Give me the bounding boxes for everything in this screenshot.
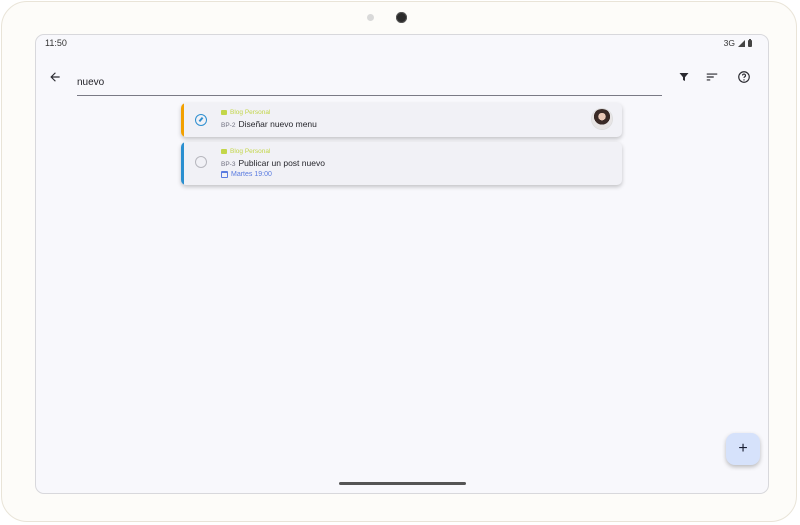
task-heading: BP-3 Publicar un post nuevo (221, 158, 325, 168)
front-camera (396, 12, 407, 23)
help-icon (738, 71, 750, 83)
status-time: 11:50 (45, 38, 67, 48)
network-type: 3G (723, 38, 735, 48)
todo-status-icon[interactable] (195, 156, 207, 168)
sort-icon (706, 73, 718, 81)
in-progress-status-icon[interactable] (195, 114, 207, 126)
gesture-nav-handle[interactable] (339, 482, 466, 485)
project-flag-icon (221, 149, 227, 154)
light-sensor (367, 14, 374, 21)
task-due-text: Martes 19:00 (231, 171, 272, 178)
task-due-date: Martes 19:00 (221, 171, 272, 178)
app-screen: 11:50 3G nuevo Blog Personal BP-2 Diseña… (35, 34, 769, 494)
task-status-stripe (181, 142, 184, 185)
task-project-name: Blog Personal (230, 148, 271, 155)
task-title: Diseñar nuevo menu (238, 119, 317, 129)
task-card[interactable]: Blog Personal BP-3 Publicar un post nuev… (181, 142, 622, 185)
task-id: BP-3 (221, 161, 236, 168)
tablet-frame: 11:50 3G nuevo Blog Personal BP-2 Diseña… (1, 1, 797, 522)
search-toolbar (36, 53, 768, 96)
task-title: Publicar un post nuevo (238, 158, 325, 168)
task-heading: BP-2 Diseñar nuevo menu (221, 119, 317, 129)
task-status-stripe (181, 103, 184, 137)
search-input[interactable] (77, 70, 662, 96)
filter-button[interactable] (672, 65, 696, 89)
sort-button[interactable] (700, 65, 724, 89)
assignee-avatar (592, 109, 612, 129)
status-bar: 11:50 3G (36, 35, 768, 53)
task-project-name: Blog Personal (230, 109, 271, 116)
signal-icon (738, 39, 745, 47)
battery-icon (748, 38, 752, 47)
task-id: BP-2 (221, 122, 236, 129)
calendar-icon (221, 171, 228, 178)
arrow-back-icon (50, 72, 60, 82)
plus-icon: + (738, 440, 748, 457)
task-project: Blog Personal (221, 109, 270, 116)
back-button[interactable] (43, 65, 67, 89)
help-button[interactable] (732, 65, 756, 89)
task-project: Blog Personal (221, 148, 270, 155)
status-icons: 3G (724, 38, 752, 48)
task-card[interactable]: Blog Personal BP-2 Diseñar nuevo menu (181, 103, 622, 137)
add-task-button[interactable]: + (726, 433, 760, 465)
filter-icon (679, 73, 689, 81)
project-flag-icon (221, 110, 227, 115)
